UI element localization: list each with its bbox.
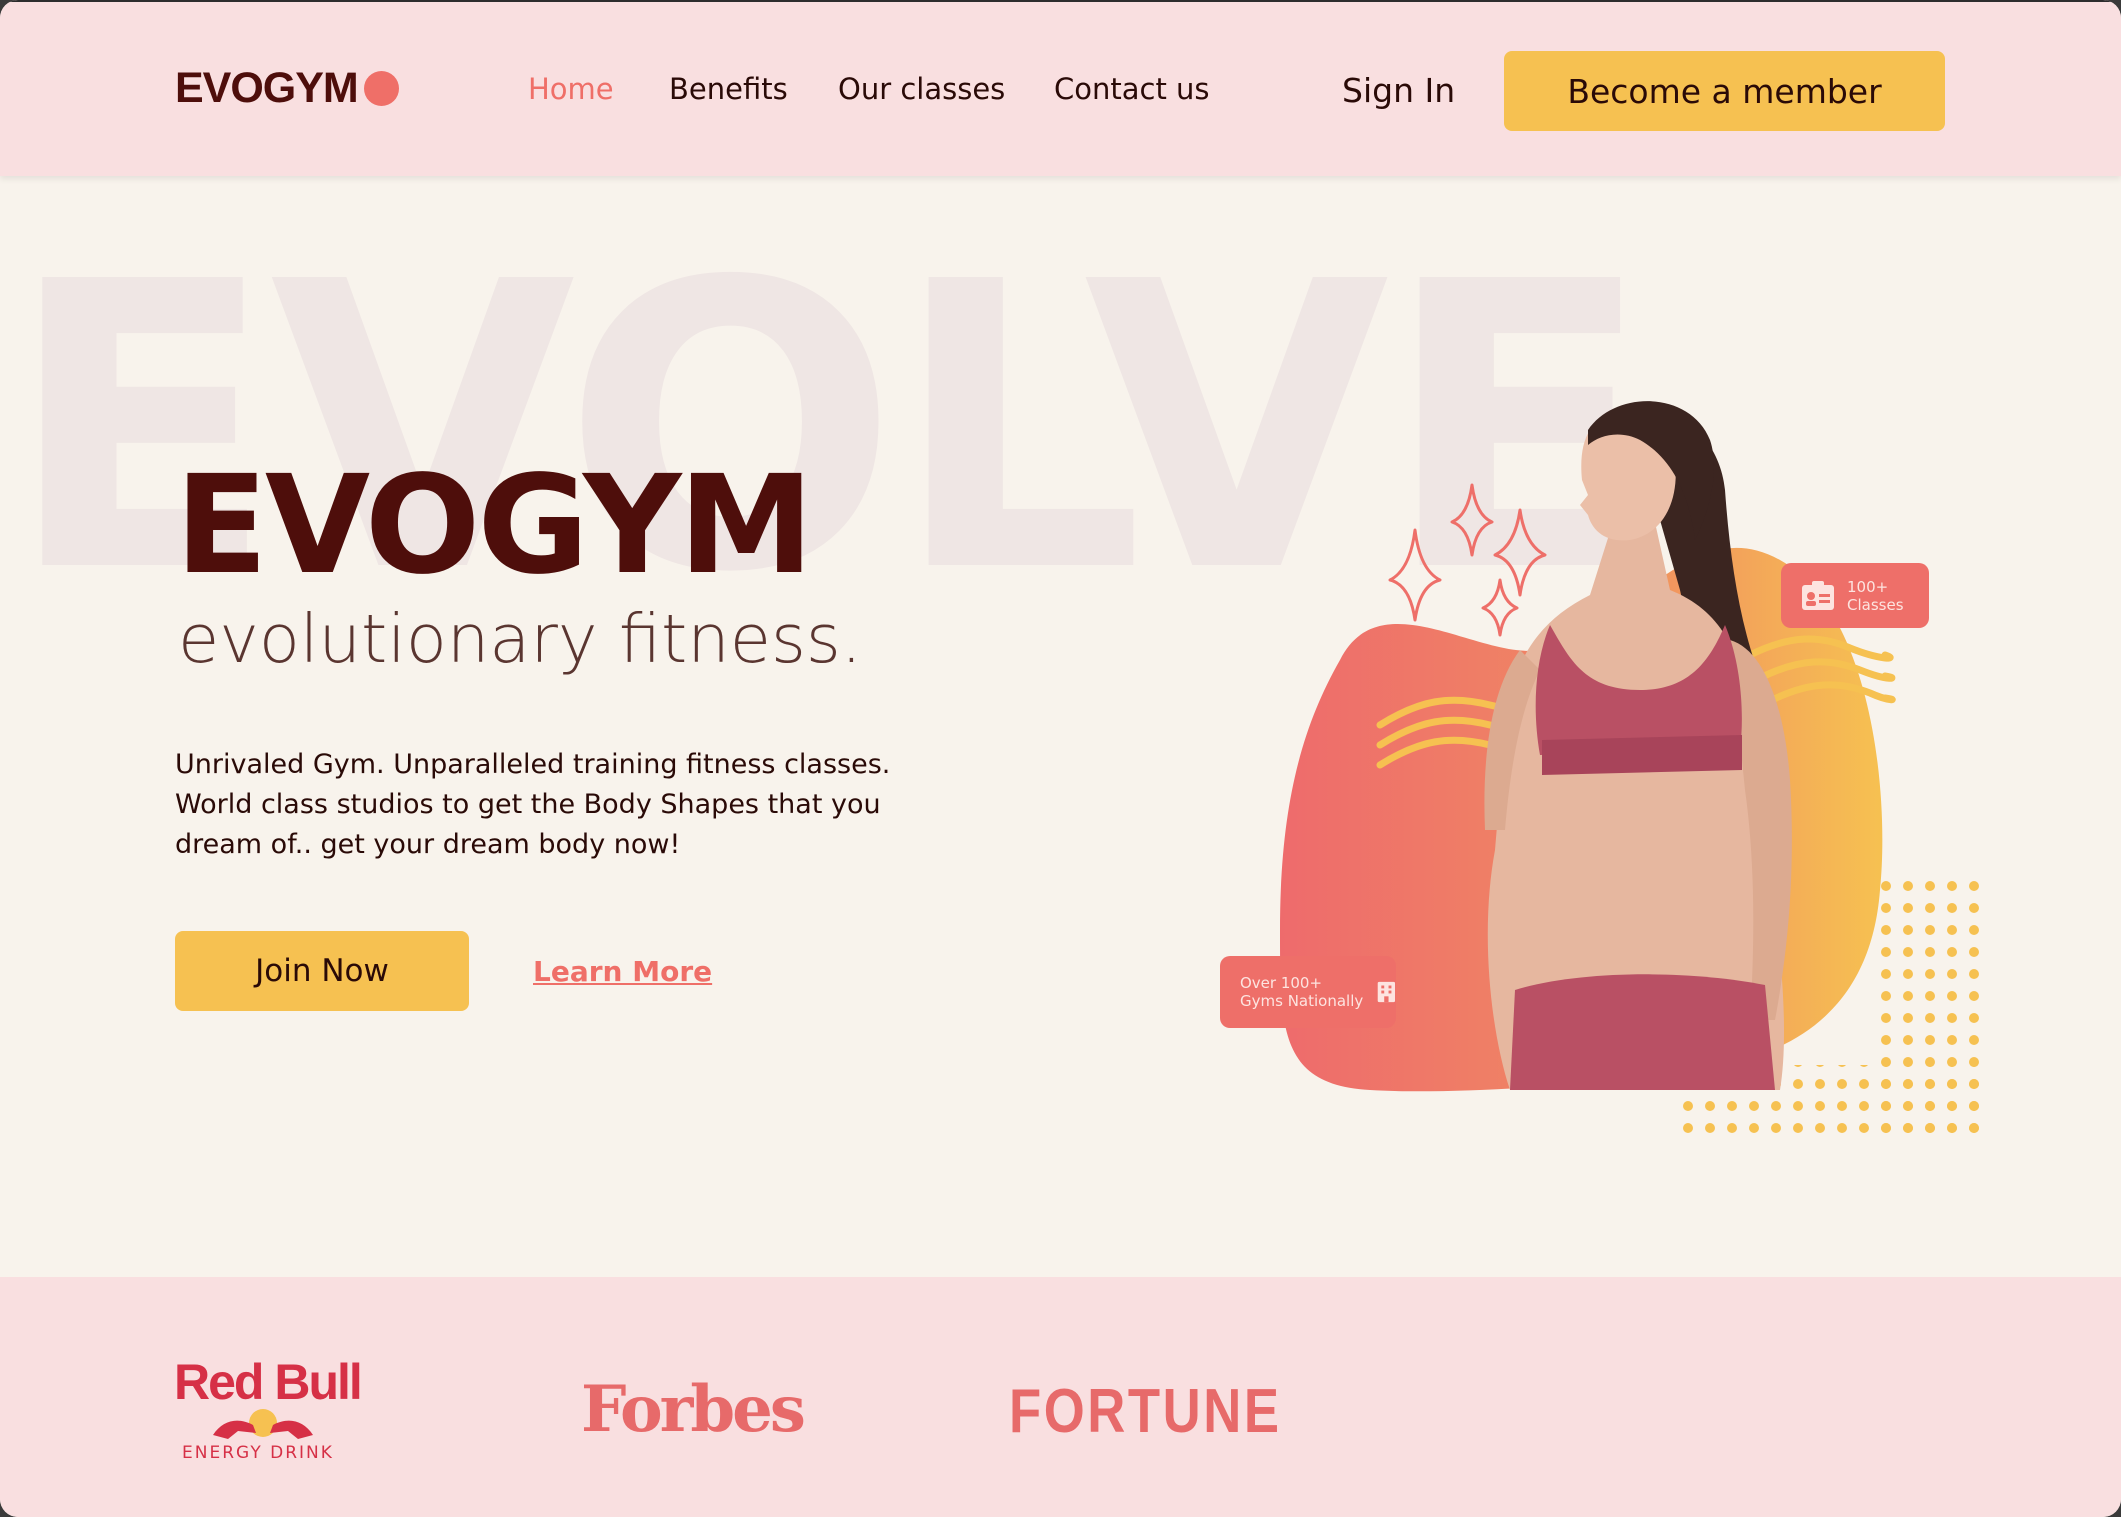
classes-badge-count: 100+: [1847, 577, 1889, 596]
logo-text: EVOGYM: [175, 64, 359, 112]
redbull-tagline: ENERGY DRINK: [182, 1443, 334, 1463]
athlete-figure: [1484, 401, 1792, 1090]
forbes-logo: Forbes: [581, 1372, 806, 1447]
navbar: EVOGYM Home Benefits Our classes Contact…: [0, 0, 2121, 176]
sparkle-icons: [1388, 483, 1547, 637]
hero-description: Unrivaled Gym. Unparalleled training fit…: [175, 749, 891, 860]
logo-dot: [363, 71, 399, 106]
logo[interactable]: EVOGYM: [175, 64, 399, 113]
redbull-logo: Red Bull ENERGY DRINK: [174, 1353, 364, 1473]
redbull-wordmark: Red Bull: [174, 1354, 363, 1410]
hero-title: EVOGYM: [175, 447, 814, 605]
building-icon: [1377, 981, 1396, 1003]
sign-in-link[interactable]: Sign In: [1342, 71, 1455, 110]
landing-page: EVOGYM Home Benefits Our classes Contact…: [0, 0, 2121, 1517]
classes-badge-label: Classes: [1847, 595, 1904, 614]
redbull-bulls-icon: [213, 1409, 313, 1439]
join-now-button[interactable]: Join Now: [175, 931, 469, 1011]
hero-subtitle: evolutionary fitness.: [178, 600, 863, 678]
gyms-badge: Over 100+ Gyms Nationally: [1220, 956, 1396, 1028]
gyms-badge-label: Gyms Nationally: [1240, 992, 1364, 1010]
become-member-button[interactable]: Become a member: [1504, 51, 1945, 131]
fortune-logo: FORTUNE: [1009, 1377, 1282, 1446]
nav-link-our-classes[interactable]: Our classes: [838, 72, 1005, 106]
classes-badge: 100+ Classes: [1781, 563, 1929, 628]
id-card-icon: [1802, 580, 1834, 610]
nav-link-home[interactable]: Home: [528, 72, 614, 106]
nav-link-contact-us[interactable]: Contact us: [1054, 72, 1210, 106]
nav-link-benefits[interactable]: Benefits: [669, 72, 788, 106]
gyms-badge-count: Over 100+: [1240, 974, 1323, 992]
learn-more-link[interactable]: Learn More: [533, 955, 712, 988]
